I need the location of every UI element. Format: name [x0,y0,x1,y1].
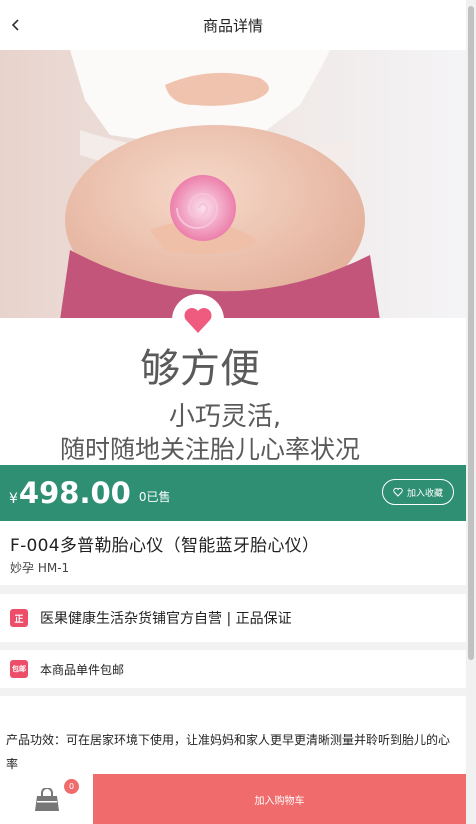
sold-count: 0已售 [138,489,171,504]
back-button[interactable] [8,13,32,37]
free-shipping-text: 本商品单件包邮 [40,662,125,677]
add-to-cart-button[interactable]: 加入购物车 [93,774,466,824]
hero-line1: 小巧灵活, [169,402,281,432]
price-bar: ¥ 498.00 0已售 加入收藏 [0,465,466,521]
shopping-bag-icon [35,788,59,811]
product-photo: 够方便 小巧灵活, 随时随地关注胎儿心率状况 [0,50,466,465]
cart-count-badge: 0 [64,779,79,794]
product-title-block: F-004多普勒胎心仪（智能蓝牙胎心仪） 妙孕 HM-1 [0,521,466,585]
top-nav-bar: 商品详情 [0,0,466,50]
hero-line2: 随时随地关注胎儿心率状况 [60,435,360,464]
store-guarantee-row: 正 医果健康生活杂货铺官方自营 | 正品保证 [0,594,466,642]
product-subtitle: 妙孕 HM-1 [10,561,70,575]
bottom-action-bar: 0 加入购物车 [0,774,466,824]
currency-symbol: ¥ [9,491,18,507]
chevron-left-icon [11,19,19,31]
favorite-label: 加入收藏 [406,488,443,499]
description-text: 产品功效：可在居家环境下使用，让准妈妈和家人更早更清晰测量并聆听到胎儿的心率 [6,733,451,771]
heart-outline-icon [393,487,403,497]
free-shipping-row: 包邮 本商品单件包邮 [0,650,466,688]
price-value: 498.00 [18,476,131,510]
page-title: 商品详情 [202,16,263,35]
cart-button[interactable]: 0 [0,774,93,824]
product-name: F-004多普勒胎心仪（智能蓝牙胎心仪） [10,536,320,556]
scrollbar-thumb[interactable] [468,6,474,660]
scrollbar[interactable] [466,0,476,824]
authentic-badge-icon: 正 [10,609,28,627]
product-detail-page: 商品详情 够方便 小巧灵活, 随时随地关注胎儿心率状况 ¥ 498.00 0已售… [0,0,466,824]
product-hero-image[interactable]: 够方便 小巧灵活, 随时随地关注胎儿心率状况 [0,50,466,465]
add-to-favorites-button[interactable]: 加入收藏 [382,479,454,505]
hero-headline: 够方便 [140,346,260,392]
store-guarantee-text: 医果健康生活杂货铺官方自营 | 正品保证 [40,611,292,627]
free-shipping-badge-icon: 包邮 [10,660,28,678]
